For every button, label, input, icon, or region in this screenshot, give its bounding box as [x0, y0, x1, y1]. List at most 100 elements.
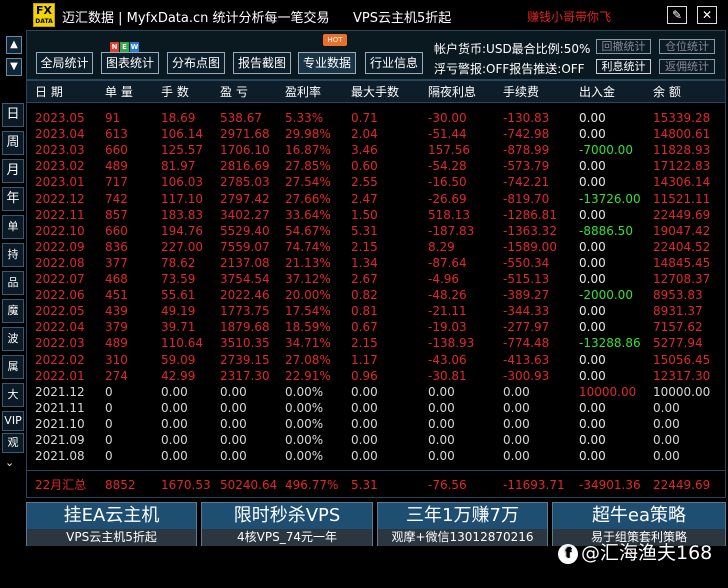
table-cell: 2022.04 [35, 320, 85, 335]
table-cell: 1.50 [351, 207, 378, 222]
table-cell: 0.00 [579, 255, 606, 270]
column-header-2[interactable]: 手 数 [161, 84, 189, 100]
column-header-0[interactable]: 日 期 [35, 84, 63, 100]
vps-link[interactable]: VPS云主机5折起 [353, 7, 451, 26]
promo-text[interactable]: 赚钱小哥带你飞 [527, 8, 611, 25]
scroll-down-icon[interactable]: ▼ [6, 58, 22, 76]
table-cell: -8886.50 [579, 223, 633, 238]
ad-banner-0[interactable]: 挂EA云主机 VPS云主机5折起 [26, 502, 197, 546]
drawdown-stats-button[interactable]: 回撤统计 [596, 39, 651, 54]
ad-title[interactable]: 限时秒杀VPS [202, 503, 372, 529]
summary-cell: -76.56 [428, 478, 467, 492]
ad-title[interactable]: 三年1万赚7万 [378, 503, 547, 529]
table-cell: 377 [105, 255, 128, 270]
left-tab-9[interactable]: 属性 [2, 355, 24, 379]
left-tab-8[interactable]: 波幅 [2, 327, 24, 351]
facebook-icon: f [558, 544, 578, 564]
table-cell: 2022.09 [35, 239, 85, 254]
summary-cell: 22月汇总 [35, 478, 87, 492]
ad-banner-2[interactable]: 三年1万赚7万 观摩+微信13012870216 [377, 502, 548, 546]
ad-subtitle[interactable]: 观摩+微信13012870216 [378, 529, 547, 546]
table-cell: 117.10 [161, 191, 203, 206]
ad-title[interactable]: 挂EA云主机 [27, 503, 196, 529]
left-tab-2[interactable]: 月 [2, 159, 24, 183]
left-tab-0[interactable]: 日 [2, 103, 24, 127]
monthly-stats-table: 日 期 单 量 手 数 盈 亏 盈利率 最大手数 隔夜利息 手续费 出入金 余 额 2023.05… [26, 80, 726, 498]
scroll-up-icon[interactable]: ▲ [6, 36, 22, 54]
table-cell: 613 [105, 127, 128, 142]
ad-title[interactable]: 超牛ea策略 [553, 503, 725, 529]
table-cell: 0.00 [579, 111, 606, 125]
table-cell: 33.64% [285, 207, 331, 222]
table-cell: 0.00% [285, 384, 324, 399]
left-tab-6[interactable]: 品种 [2, 271, 24, 295]
table-cell: 0.00 [220, 433, 247, 447]
table-cell: 2022.03 [35, 336, 85, 351]
table-cell: 0.96 [351, 368, 378, 383]
summary-cell: 5.31 [351, 478, 378, 492]
account-currency-text: 帐户货币:USD最合比例:50% [434, 42, 591, 56]
table-cell: 2022.11 [35, 207, 85, 222]
left-tab-11[interactable]: VIP [2, 411, 24, 431]
toolbar: N E W HOT 全局统计 图表统计 分布点图 报告截图 专业数据 行业信息 … [26, 30, 726, 80]
column-header-3[interactable]: 盈 亏 [220, 84, 248, 100]
left-tab-7[interactable]: 魔号 [2, 299, 24, 323]
global-stats-button[interactable]: 全局统计 [36, 52, 93, 74]
ad-subtitle[interactable]: VPS云主机5折起 [27, 529, 196, 546]
table-cell: 2021.12 [35, 384, 85, 399]
table-cell: -13726.00 [579, 191, 641, 206]
table-cell: 8.29 [428, 239, 455, 254]
table-cell: 0.00% [285, 449, 324, 464]
table-cell: 49.19 [161, 304, 196, 319]
table-cell: 660 [105, 223, 128, 238]
left-tab-12[interactable]: 观摩 [2, 433, 24, 453]
more-tabs-icon[interactable]: ⌄ [5, 455, 14, 471]
interest-stats-button[interactable]: 利息统计 [596, 59, 651, 74]
table-cell: 0.00 [579, 320, 606, 335]
table-cell: 5.31 [351, 223, 378, 238]
position-stats-button[interactable]: 仓位统计 [659, 39, 715, 54]
table-cell: 14800.61 [653, 127, 711, 142]
table-cell: 27.08% [285, 352, 331, 367]
left-tab-1[interactable]: 周 [2, 131, 24, 155]
left-tab-10[interactable]: 大字 [2, 383, 24, 407]
rebate-stats-button[interactable]: 返佣统计 [659, 59, 715, 74]
table-cell: -30.00 [428, 111, 467, 125]
table-cell: 0.00 [428, 416, 455, 431]
left-tab-3[interactable]: 年 [2, 187, 24, 211]
ad-banner-1[interactable]: 限时秒杀VPS 4核VPS_74元一年 [201, 502, 373, 546]
column-header-6[interactable]: 隔夜利息 [428, 84, 476, 100]
table-cell: 3402.27 [220, 207, 270, 222]
chart-stats-button[interactable]: 图表统计 [101, 52, 159, 74]
industry-info-button[interactable]: 行业信息 [365, 52, 423, 74]
table-cell: -138.93 [428, 336, 475, 351]
column-header-4[interactable]: 盈利率 [285, 84, 321, 100]
pro-data-button[interactable]: 专业数据 [298, 52, 356, 74]
table-cell: 0.00 [653, 416, 680, 431]
report-screenshot-button[interactable]: 报告截图 [233, 52, 291, 74]
table-cell: -87.64 [428, 255, 467, 270]
table-cell: 0.00 [351, 400, 378, 415]
left-tab-5[interactable]: 持仓 [2, 243, 24, 267]
table-cell: 5.33% [285, 111, 324, 125]
table-cell: 0.00 [161, 400, 188, 415]
column-header-5[interactable]: 最大手数 [351, 84, 399, 100]
table-cell: 0.00 [579, 449, 606, 464]
column-header-7[interactable]: 手续费 [503, 84, 539, 100]
table-cell: 18.59% [285, 320, 331, 335]
column-header-9[interactable]: 余 额 [653, 84, 681, 100]
table-cell: 21.13% [285, 255, 331, 270]
table-cell: 2.55 [351, 175, 378, 190]
column-header-1[interactable]: 单 量 [105, 84, 133, 100]
left-tab-4[interactable]: 单币 [2, 215, 24, 239]
table-cell: 2.67 [351, 272, 378, 286]
close-icon[interactable]: ✕ [697, 6, 717, 24]
distribution-chart-button[interactable]: 分布点图 [167, 52, 225, 74]
table-cell: 16.87% [285, 143, 331, 158]
edit-icon[interactable]: ✎ [667, 6, 687, 24]
table-cell: 857 [105, 207, 128, 222]
ad-subtitle[interactable]: 4核VPS_74元一年 [202, 529, 372, 546]
table-cell: -742.98 [503, 127, 550, 142]
column-header-8[interactable]: 出入金 [579, 84, 615, 100]
table-cell: 0.82 [351, 288, 378, 303]
